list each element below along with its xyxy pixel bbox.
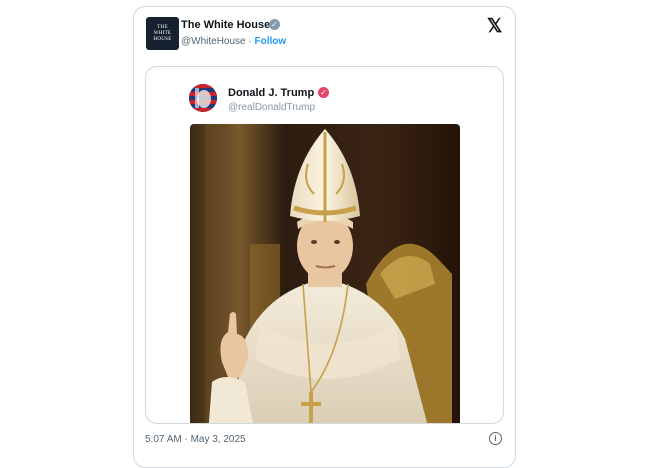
author-name[interactable]: The White House [181, 19, 270, 31]
verified-badge-icon: ✓ [318, 87, 329, 98]
info-icon[interactable]: i [489, 432, 502, 445]
quoted-author-name[interactable]: Donald J. Trump [228, 87, 314, 99]
pope-portrait-image[interactable] [190, 124, 460, 423]
post-timestamp[interactable]: 5:07 AM · May 3, 2025 [145, 434, 246, 445]
quoted-post[interactable]: Donald J. Trump ✓ @realDonaldTrump [145, 66, 504, 424]
portrait-illustration [190, 124, 460, 423]
verified-badge-icon: ✓ [269, 19, 280, 30]
white-house-avatar[interactable]: THE WHITE HOUSE [146, 17, 179, 50]
flag-portrait-icon [189, 84, 217, 112]
quoted-avatar[interactable] [189, 84, 217, 112]
embedded-post-card: THE WHITE HOUSE The White House ✓ @White… [133, 6, 516, 468]
x-logo-icon[interactable]: 𝕏 [487, 15, 502, 38]
separator: · [248, 36, 252, 47]
handle-row: @WhiteHouse · Follow [181, 36, 286, 47]
quoted-author-handle[interactable]: @realDonaldTrump [228, 102, 315, 113]
follow-link[interactable]: Follow [255, 36, 287, 47]
avatar-logo-text: HOUSE [153, 36, 172, 42]
author-handle[interactable]: @WhiteHouse [181, 36, 246, 47]
